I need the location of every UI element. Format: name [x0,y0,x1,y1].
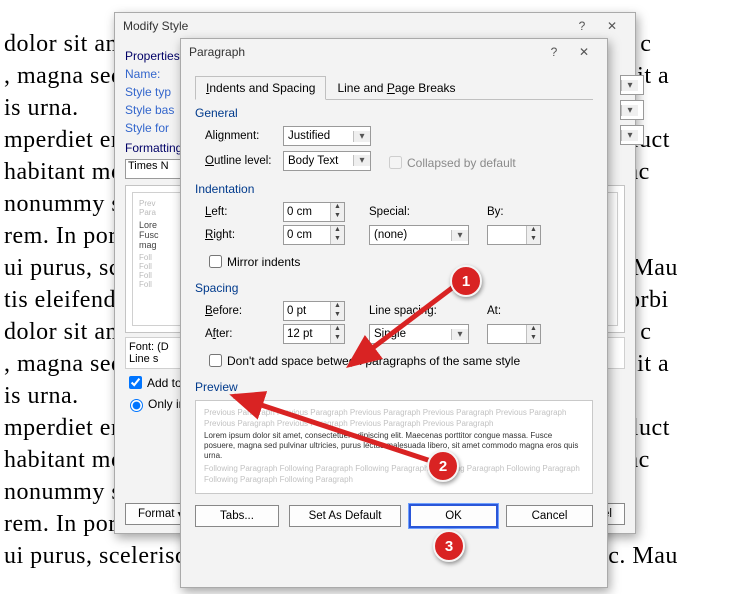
by-spinner[interactable]: ▲▼ [487,225,541,245]
set-default-button[interactable]: Set As Default [289,505,401,527]
after-label: After: [205,328,283,340]
style-type-label: Style typ [125,85,185,99]
alignment-label: Alignment: [205,130,283,142]
paragraph-tabs: Indents and Spacing Line and Page Breaks [195,75,593,100]
special-label: Special: [369,206,439,218]
chevron-down-icon: ▾ [451,329,468,340]
at-spinner[interactable]: ▲▼ [487,324,541,344]
before-label: Before: [205,305,283,317]
dont-add-space-checkbox[interactable]: Don't add space between paragraphs of th… [205,351,520,370]
modify-style-titlebar[interactable]: Modify Style ? ✕ [115,13,635,39]
font-desc-2: Line s [129,353,158,365]
dialog-title: Modify Style [123,19,188,33]
hidden-combo-1[interactable]: ▾ [620,75,644,95]
style-for-label: Style for [125,121,185,135]
hidden-combo-2[interactable]: ▾ [620,100,644,120]
cancel-button[interactable]: Cancel [506,505,593,527]
indent-left-label: Left: [205,206,283,218]
help-icon[interactable]: ? [539,41,569,63]
spacing-group-label: Spacing [195,281,593,295]
after-spinner[interactable]: 12 pt▲▼ [283,324,345,344]
dialog-title: Paragraph [189,45,245,59]
paragraph-titlebar[interactable]: Paragraph ? ✕ [181,39,607,65]
indent-right-spinner[interactable]: 0 cm▲▼ [283,225,345,245]
general-group-label: General [195,106,593,120]
tab-indents-spacing[interactable]: Indents and Spacing [195,76,326,100]
ok-button[interactable]: OK [409,504,498,528]
chevron-down-icon: ▾ [353,155,370,166]
at-label: At: [487,305,527,317]
paragraph-dialog: Paragraph ? ✕ Indents and Spacing Line a… [180,38,608,588]
chevron-down-icon: ▾ [353,131,370,142]
indent-right-label: Right: [205,229,283,241]
alignment-dropdown[interactable]: Justified▾ [283,126,371,146]
name-label: Name: [125,67,185,81]
font-desc-1: Font: (D [129,341,169,353]
tabs-button[interactable]: Tabs... [195,505,279,527]
collapsed-checkbox: Collapsed by default [385,153,516,172]
before-spinner[interactable]: 0 pt▲▼ [283,301,345,321]
indent-left-spinner[interactable]: 0 cm▲▼ [283,202,345,222]
close-icon[interactable]: ✕ [569,41,599,63]
style-based-label: Style bas [125,103,185,117]
line-spacing-label: Line spacing: [369,305,453,317]
special-dropdown[interactable]: (none)▾ [369,225,469,245]
indentation-group-label: Indentation [195,182,593,196]
close-icon[interactable]: ✕ [597,15,627,37]
help-icon[interactable]: ? [567,15,597,37]
by-label: By: [487,206,527,218]
annotation-badge-1: 1 [450,265,482,297]
outline-label: Outline level: [205,155,283,167]
preview-label: Preview [195,380,593,394]
only-in-radio[interactable]: Only in [125,396,185,412]
hidden-combo-3[interactable]: ▾ [620,125,644,145]
outline-dropdown[interactable]: Body Text▾ [283,151,371,171]
annotation-badge-3: 3 [433,530,465,562]
chevron-down-icon: ▾ [451,230,468,241]
tab-line-page-breaks[interactable]: Line and Page Breaks [326,76,466,100]
mirror-indents-checkbox[interactable]: Mirror indents [205,252,300,271]
add-to-checkbox[interactable]: Add to [125,373,182,392]
annotation-badge-2: 2 [427,450,459,482]
line-spacing-dropdown[interactable]: Single▾ [369,324,469,344]
preview-box: Previous Paragraph Previous Paragraph Pr… [195,400,593,494]
